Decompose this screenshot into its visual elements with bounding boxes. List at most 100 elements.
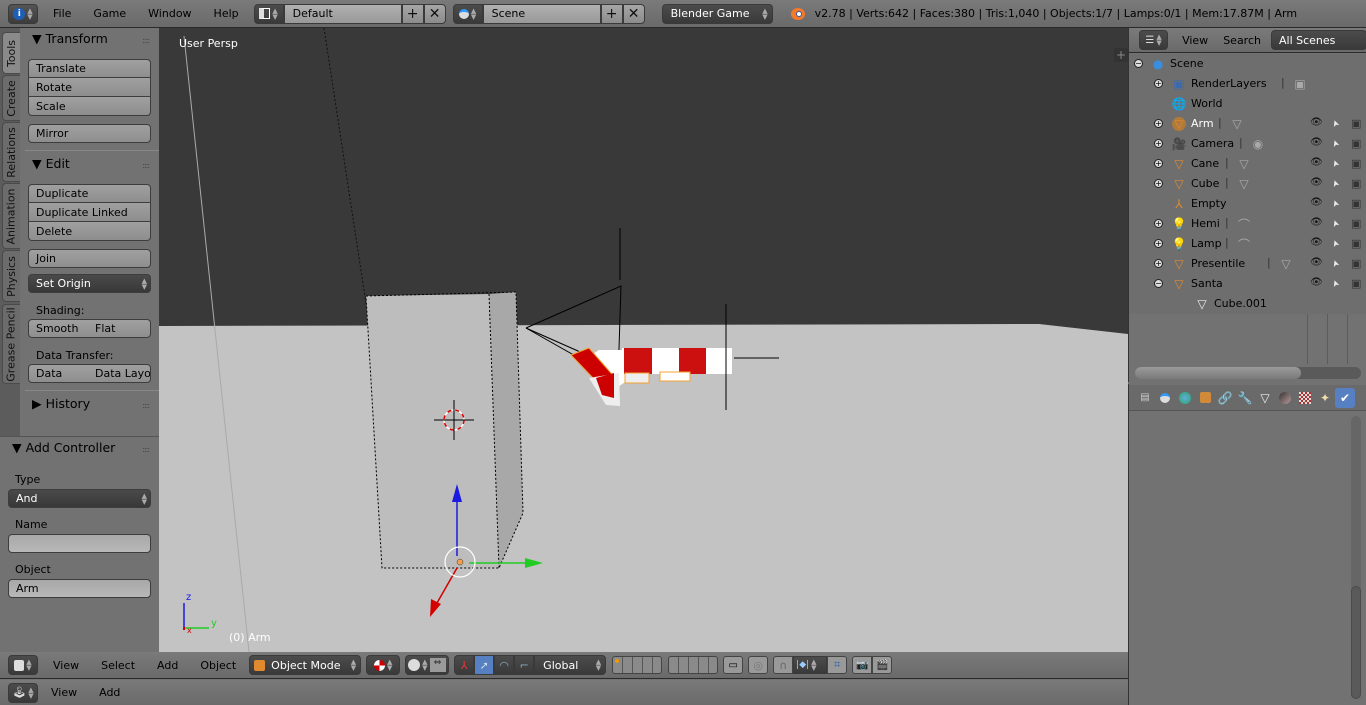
visibility-eye-icon[interactable]: 👁 xyxy=(1310,197,1323,208)
expand-icon[interactable]: + xyxy=(1154,79,1163,88)
tab-animation[interactable]: Animation xyxy=(2,183,20,249)
camera-data-icon[interactable]: ◉ xyxy=(1251,137,1265,151)
controller-object-field[interactable]: Arm xyxy=(8,579,151,598)
world-tab-icon[interactable] xyxy=(1175,388,1195,408)
renderability-camera-icon[interactable]: ▣ xyxy=(1351,177,1361,190)
duplicate-linked-button[interactable]: Duplicate Linked xyxy=(28,203,151,222)
scene-name[interactable]: Scene xyxy=(482,3,601,24)
outliner-item-name[interactable]: Hemi xyxy=(1191,217,1220,230)
remove-layout-button[interactable]: ✕ xyxy=(423,3,446,24)
snap-target-icon[interactable]: ⌗ xyxy=(827,656,848,674)
selectability-cursor-icon[interactable]: ➤ xyxy=(1329,198,1341,208)
menu-view[interactable]: View xyxy=(42,659,90,672)
viewport-scene[interactable]: z y x xyxy=(159,28,1128,652)
outliner-horizontal-scrollbar[interactable] xyxy=(1135,367,1361,379)
duplicate-button[interactable]: Duplicate xyxy=(28,184,151,203)
outliner-item-name[interactable]: World xyxy=(1191,97,1223,110)
panel-grip-icon[interactable]: :::: xyxy=(142,401,150,410)
renderability-camera-icon[interactable]: ▣ xyxy=(1351,277,1361,290)
renderability-camera-icon[interactable]: ▣ xyxy=(1351,257,1361,270)
scene-browse[interactable]: ▲ ▼ xyxy=(452,3,483,24)
controller-type-dropdown[interactable]: And ▲ ▼ xyxy=(8,489,151,508)
visibility-eye-icon[interactable]: 👁 xyxy=(1310,177,1323,188)
tab-physics[interactable]: Physics xyxy=(2,250,20,302)
renderability-camera-icon[interactable]: ▣ xyxy=(1351,197,1361,210)
menu-add[interactable]: Add xyxy=(146,659,189,672)
visibility-eye-icon[interactable]: 👁 xyxy=(1310,117,1323,128)
particles-tab-icon[interactable]: ✦ xyxy=(1315,388,1335,408)
tab-relations[interactable]: Relations xyxy=(2,122,20,182)
data-layout-transfer-button[interactable]: Data Layo xyxy=(88,364,151,383)
translate-manipulator-icon[interactable]: ➚ xyxy=(474,655,495,675)
panel-grip-icon[interactable]: :::: xyxy=(142,445,150,454)
translate-button[interactable]: Translate xyxy=(28,59,151,78)
screen-layout-name[interactable]: Default xyxy=(283,3,402,24)
add-controller-header[interactable]: ▼ Add Controller xyxy=(12,440,115,455)
outliner-item-name[interactable]: RenderLayers xyxy=(1191,77,1267,90)
mirror-button[interactable]: Mirror xyxy=(28,124,151,143)
opengl-render-image-icon[interactable]: 📷 xyxy=(852,656,873,674)
scale-button[interactable]: Scale xyxy=(28,97,151,116)
screen-layout-browse[interactable]: ▲ ▼ xyxy=(253,3,284,24)
scene-tab-icon[interactable] xyxy=(1155,388,1175,408)
mesh-data-icon[interactable]: ▽ xyxy=(1237,157,1251,171)
render-engine-select[interactable]: Blender Game ▲ ▼ xyxy=(661,3,773,24)
outliner-item-empty[interactable]: ⅄ Empty 👁 ➤ ▣ xyxy=(1129,194,1366,214)
outliner-item-scene[interactable]: − ● Scene xyxy=(1129,54,1366,74)
tab-tools[interactable]: Tools xyxy=(2,32,20,74)
candy-cane-arm-object[interactable] xyxy=(570,347,732,406)
pivot-point-select[interactable]: ▲ ▼ ⇔ xyxy=(405,655,450,675)
editor-type-3d-button[interactable]: ▲ ▼ xyxy=(8,655,38,675)
selectability-cursor-icon[interactable]: ➤ xyxy=(1329,218,1341,228)
interaction-mode-select[interactable]: Object Mode ▲ ▼ xyxy=(249,655,362,675)
menu-game[interactable]: Game xyxy=(82,7,137,20)
mesh-data-icon[interactable]: ▽ xyxy=(1230,117,1244,131)
physics-tab-icon[interactable]: ✔ xyxy=(1335,387,1355,408)
opengl-render-animation-icon[interactable]: 🎬 xyxy=(872,656,893,674)
properties-scrollbar[interactable] xyxy=(1351,416,1361,699)
outliner-item-name[interactable]: Empty xyxy=(1191,197,1226,210)
selectability-cursor-icon[interactable]: ➤ xyxy=(1329,118,1341,128)
expand-icon[interactable]: + xyxy=(1154,139,1163,148)
outliner-menu-search[interactable]: Search xyxy=(1219,34,1265,47)
expand-icon[interactable]: + xyxy=(1154,219,1163,228)
collapse-icon[interactable]: − xyxy=(1154,279,1163,288)
layer-buttons-1[interactable] xyxy=(612,656,663,674)
constraints-tab-icon[interactable]: 🔗 xyxy=(1215,388,1235,408)
outliner-item-name[interactable]: Lamp xyxy=(1191,237,1222,250)
outliner-item-name[interactable]: Scene xyxy=(1170,57,1204,70)
outliner-item-santa[interactable]: − ▽ Santa 👁 ➤ ▣ xyxy=(1129,274,1366,294)
transform-panel-header[interactable]: ▼ Transform xyxy=(32,31,108,46)
rotate-manipulator-icon[interactable]: ◠ xyxy=(494,655,515,675)
lamp-data-icon[interactable]: ⌒ xyxy=(1237,217,1251,232)
lock-layers-icon[interactable]: ▭ xyxy=(723,656,744,674)
renderability-camera-icon[interactable]: ▣ xyxy=(1351,117,1361,130)
scrollbar-thumb[interactable] xyxy=(1135,367,1301,379)
outliner-item-renderlayers[interactable]: + ▣ RenderLayers | ▣ xyxy=(1129,74,1366,94)
menu-file[interactable]: File xyxy=(42,7,82,20)
selectability-cursor-icon[interactable]: ➤ xyxy=(1329,178,1341,188)
object-tab-icon[interactable] xyxy=(1195,388,1215,408)
outliner-display-mode-select[interactable]: All Scenes xyxy=(1270,30,1366,50)
texture-tab-icon[interactable] xyxy=(1295,388,1315,408)
data-transfer-button[interactable]: Data xyxy=(28,364,89,383)
panel-grip-icon[interactable]: :::: xyxy=(142,161,150,170)
menu-window[interactable]: Window xyxy=(137,7,202,20)
outliner-item-name[interactable]: Cane xyxy=(1191,157,1219,170)
menu-select[interactable]: Select xyxy=(90,659,146,672)
manipulate-centers-icon[interactable]: ⇔ xyxy=(429,658,446,672)
selectability-cursor-icon[interactable]: ➤ xyxy=(1329,238,1341,248)
logic-menu-view[interactable]: View xyxy=(40,686,88,699)
smooth-shading-button[interactable]: Smooth xyxy=(28,319,89,338)
outliner-item-name[interactable]: Arm xyxy=(1191,117,1214,130)
flat-shading-button[interactable]: Flat xyxy=(88,319,151,338)
outliner-item-name[interactable]: Camera xyxy=(1191,137,1234,150)
modifiers-tab-icon[interactable]: 🔧 xyxy=(1235,388,1255,408)
render-layer-icon[interactable]: ▣ xyxy=(1293,77,1307,91)
outliner-item-world[interactable]: 🌐 World xyxy=(1129,94,1366,114)
outliner-item-cube-001[interactable]: ▽ Cube.001 xyxy=(1129,294,1366,314)
visibility-eye-icon[interactable]: 👁 xyxy=(1310,257,1323,268)
set-origin-dropdown[interactable]: Set Origin ▲ ▼ xyxy=(28,274,151,293)
outliner-item-hemi[interactable]: + 💡 Hemi | ⌒ 👁 ➤ ▣ xyxy=(1129,214,1366,234)
collapse-icon[interactable]: − xyxy=(1134,59,1143,68)
